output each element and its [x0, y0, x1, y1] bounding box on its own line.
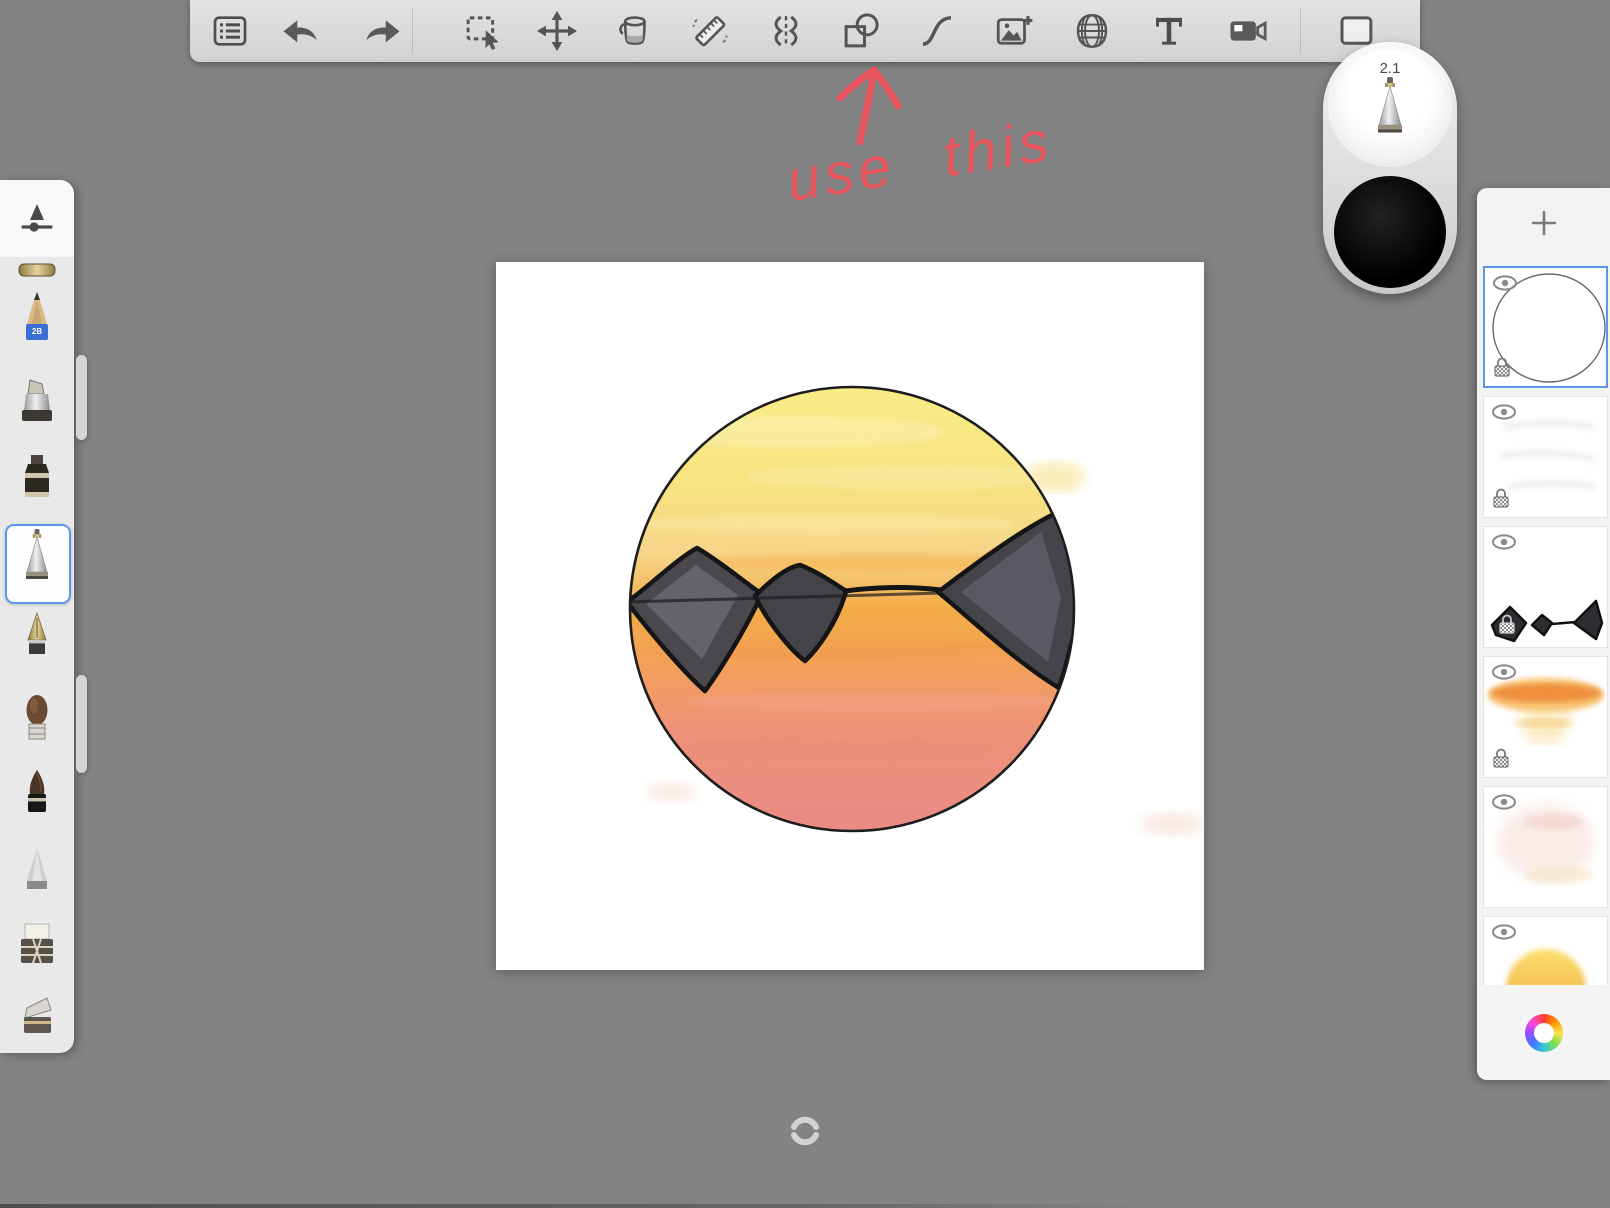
rotate-canvas-icon [791, 1116, 819, 1146]
lock-transparency-icon [1499, 614, 1515, 634]
visibility-toggle[interactable] [1491, 404, 1517, 420]
panel-handle[interactable] [76, 675, 87, 773]
soft-gray-brush-icon [27, 848, 47, 889]
brush-item-pencil-2b[interactable]: 2B [13, 290, 61, 346]
eye-icon [1493, 275, 1517, 291]
rotate-canvas-button[interactable] [787, 1113, 823, 1149]
undo-icon [283, 20, 317, 43]
pen-tip-icon [1378, 77, 1402, 133]
selection-icon [466, 16, 499, 50]
flat-brush-icon [24, 997, 52, 1033]
brush-preview[interactable]: 2.1 [1334, 49, 1446, 161]
layer-row-sunset-band[interactable] [1483, 656, 1608, 778]
brush-item-flat-eraser[interactable] [13, 917, 61, 973]
stroke-icon [922, 16, 952, 46]
pointed-brush-icon [28, 770, 46, 812]
layer-row-line-art[interactable] [1483, 266, 1608, 388]
eye-icon [1492, 664, 1516, 680]
layers-panel-footer [1477, 985, 1610, 1080]
layer-row-mountains[interactable] [1483, 526, 1608, 648]
chisel-marker-icon [22, 379, 52, 421]
brush-item-chisel-marker[interactable] [13, 372, 61, 428]
toolbar-divider [412, 8, 413, 54]
bottom-edge-shadow [0, 1204, 1150, 1208]
flat-eraser-icon [21, 923, 53, 964]
lock-transparency-icon [1493, 488, 1509, 508]
eye-icon [1492, 404, 1516, 420]
visibility-toggle[interactable] [1491, 794, 1517, 810]
shapes-icon [844, 13, 879, 48]
brush-puck[interactable]: 2.1 [1323, 42, 1457, 294]
menu-button[interactable] [206, 9, 254, 53]
brush-item-technical-pen[interactable] [13, 528, 61, 584]
marker-gold-icon [18, 263, 56, 277]
import-image-icon [996, 16, 1033, 45]
selection-tool-button[interactable] [459, 9, 507, 53]
ruler-icon [692, 16, 728, 47]
brush-item-fountain-pen[interactable] [13, 610, 61, 666]
sunset-artwork [628, 385, 1204, 836]
layer-list [1483, 266, 1610, 1038]
add-layer-button[interactable] [1520, 201, 1568, 245]
brush-palette: 2B [0, 180, 74, 1053]
symmetry-tool-button[interactable] [762, 9, 810, 53]
brush-item-soft-gray-brush[interactable] [13, 842, 61, 898]
ink-bottle-icon [25, 455, 49, 497]
text-tool-button[interactable] [1145, 9, 1193, 53]
eye-icon [1492, 534, 1516, 550]
perspective-tool-button[interactable] [1068, 9, 1116, 53]
text-icon [1156, 17, 1182, 45]
current-color-swatch[interactable] [1334, 176, 1446, 288]
layer-row-white-streaks[interactable] [1483, 396, 1608, 518]
fill-tool-button[interactable] [610, 9, 658, 53]
fill-icon [619, 16, 646, 45]
pencil-2b-icon [26, 292, 48, 340]
fountain-pen-icon [27, 611, 47, 654]
pencil-grade-badge: 2B [28, 327, 46, 337]
panel-handle[interactable] [76, 355, 87, 440]
brush-item-flat-brush[interactable] [13, 992, 61, 1048]
symmetry-icon [774, 15, 798, 47]
perspective-icon [1076, 14, 1108, 48]
timelapse-button[interactable] [1224, 9, 1272, 53]
eye-icon [1492, 794, 1516, 810]
undo-button[interactable] [276, 9, 324, 53]
lock-transparency-icon [1493, 748, 1509, 768]
shapes-tool-button[interactable] [837, 9, 885, 53]
top-toolbar [190, 0, 1420, 62]
layer-row-pink-wash[interactable] [1483, 786, 1608, 908]
redo-button[interactable] [359, 9, 407, 53]
visibility-toggle[interactable] [1491, 924, 1517, 940]
sketch-app-window: use this 2.1 2B [0, 0, 1610, 1208]
round-brush-icon [26, 695, 48, 740]
plus-icon [1531, 210, 1556, 236]
brush-settings-icon [21, 203, 53, 232]
brush-item-pointed-brush[interactable] [13, 767, 61, 823]
transform-tool-button[interactable] [533, 9, 581, 53]
toolbar-divider [1300, 8, 1301, 54]
ruler-tool-button[interactable] [686, 9, 734, 53]
visibility-toggle[interactable] [1492, 275, 1518, 291]
redo-icon [366, 20, 400, 43]
menu-icon [213, 16, 247, 46]
visibility-toggle[interactable] [1491, 664, 1517, 680]
technical-pen-icon [26, 529, 48, 579]
timelapse-icon [1230, 20, 1267, 42]
transform-icon [536, 10, 578, 52]
visibility-toggle[interactable] [1491, 534, 1517, 550]
lock-transparency-icon [1494, 357, 1510, 377]
layers-panel [1477, 188, 1610, 1080]
brush-item-round-brush[interactable] [13, 692, 61, 748]
eye-icon [1492, 924, 1516, 940]
stroke-tool-button[interactable] [913, 9, 961, 53]
color-wheel-button[interactable] [1524, 1013, 1563, 1052]
brush-item-ink-bottle[interactable] [13, 450, 61, 506]
drawing-canvas[interactable] [496, 262, 1204, 970]
import-image-button[interactable] [990, 9, 1038, 53]
